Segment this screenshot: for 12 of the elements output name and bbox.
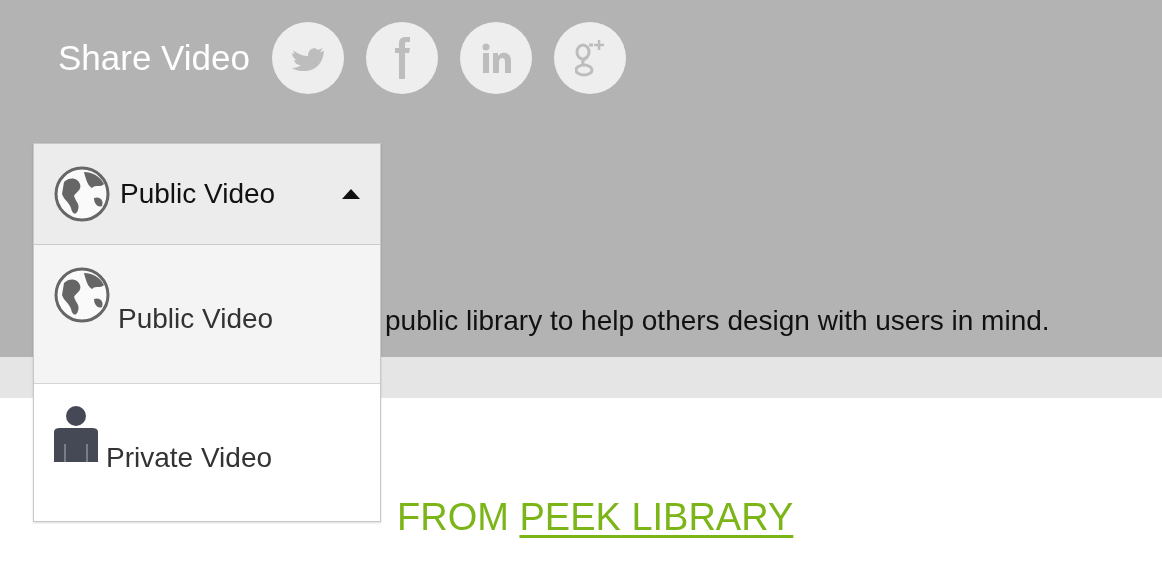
facebook-icon bbox=[394, 37, 410, 79]
person-icon bbox=[54, 406, 98, 462]
visibility-select[interactable]: Public Video bbox=[34, 144, 380, 245]
dropdown-option[interactable]: Public Video bbox=[34, 245, 380, 384]
dropdown-option[interactable]: Private Video bbox=[34, 384, 380, 521]
share-title: Share Video bbox=[58, 38, 250, 78]
linkedin-icon bbox=[481, 43, 511, 73]
googleplus-icon bbox=[574, 38, 606, 78]
globe-icon bbox=[54, 166, 110, 222]
description-text: public library to help others design with users in mind. bbox=[385, 305, 1051, 337]
globe-icon bbox=[54, 267, 110, 323]
related-heading: FROM bbox=[397, 496, 509, 538]
